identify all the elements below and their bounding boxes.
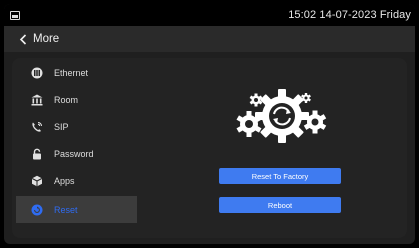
status-bar: 15:02 14-07-2023 Friday (4, 4, 415, 26)
cube-icon (30, 174, 44, 188)
menu-item-password[interactable]: Password (16, 140, 137, 167)
reset-content: Reset To Factory Reboot (137, 58, 407, 238)
reset-to-factory-button[interactable]: Reset To Factory (219, 168, 341, 184)
menu-item-label: SIP (54, 121, 69, 132)
menu-item-apps[interactable]: Apps (16, 167, 137, 194)
lock-icon (30, 147, 44, 161)
phone-icon (30, 120, 44, 134)
menu-item-room[interactable]: Room (16, 86, 137, 113)
menu-item-label: Reset (54, 204, 78, 215)
menu-item-label: Room (54, 94, 79, 105)
reboot-button[interactable]: Reboot (219, 197, 341, 213)
device-screen: 15:02 14-07-2023 Friday More Ethernet Ro… (4, 4, 415, 244)
ethernet-icon (30, 66, 44, 80)
screen-icon (10, 10, 20, 20)
title-bar: More (4, 26, 415, 52)
menu-item-label: Password (54, 148, 94, 159)
back-button[interactable]: More (33, 33, 59, 45)
reset-icon (30, 203, 44, 217)
menu-item-sip[interactable]: SIP (16, 113, 137, 140)
chevron-left-icon[interactable] (15, 33, 31, 45)
status-datetime: 15:02 14-07-2023 Friday (288, 9, 411, 21)
menu-item-reset[interactable]: Reset (16, 196, 137, 223)
menu-item-label: Ethernet (54, 67, 89, 78)
bank-icon (30, 93, 44, 107)
settings-menu: Ethernet Room SIP Password Apps Reset (12, 58, 137, 238)
menu-item-ethernet[interactable]: Ethernet (16, 59, 137, 86)
menu-item-label: Apps (54, 175, 75, 186)
gears-reset-icon (236, 89, 327, 143)
settings-panel: Ethernet Room SIP Password Apps Reset Re… (12, 58, 407, 238)
